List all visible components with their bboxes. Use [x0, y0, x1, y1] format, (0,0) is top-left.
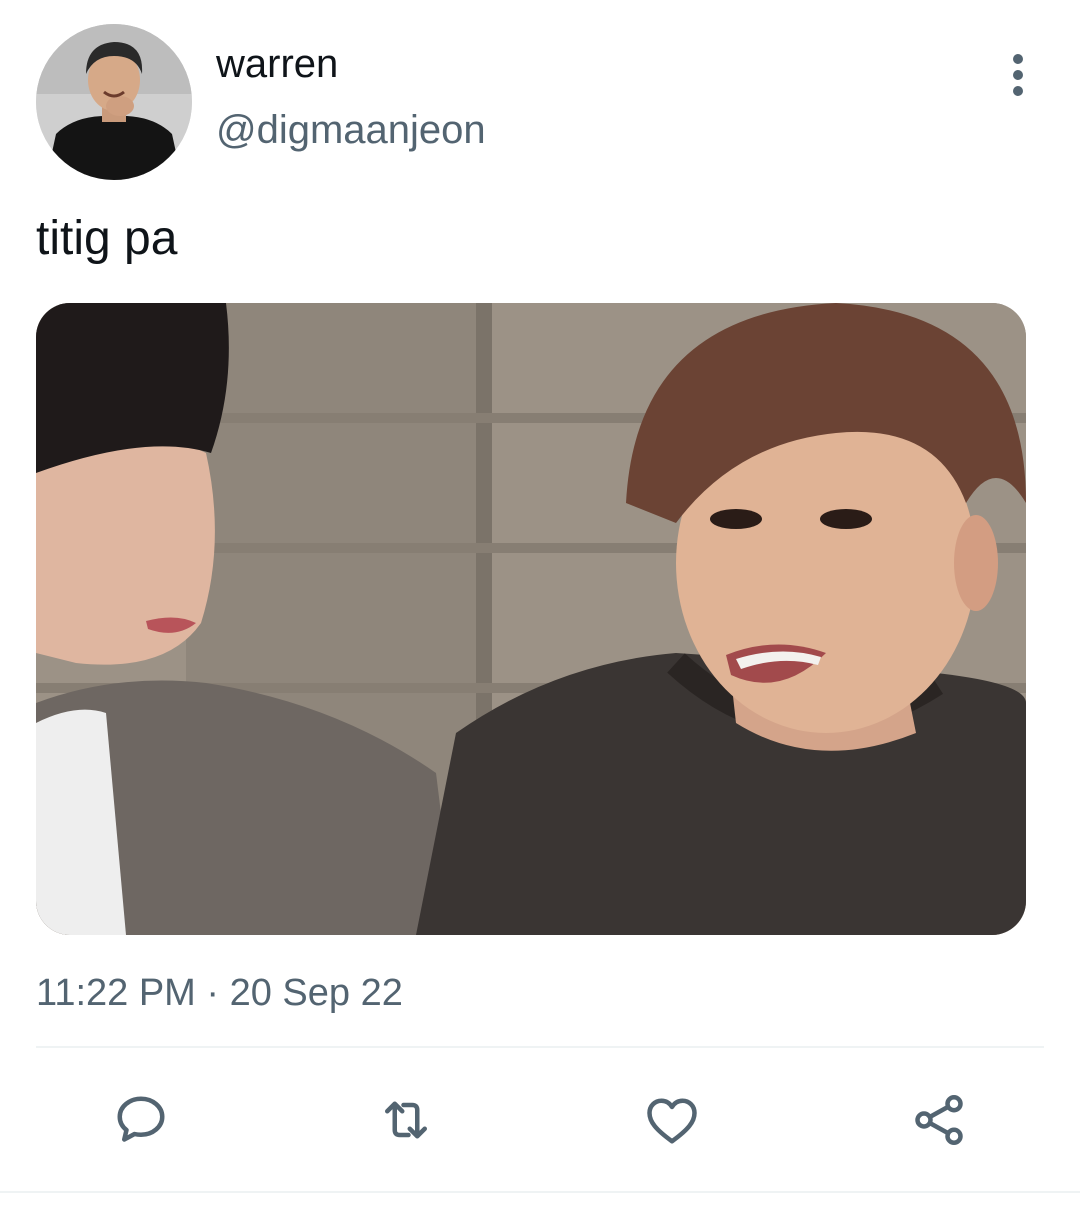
heart-icon [647, 1098, 697, 1144]
tweet-media[interactable] [36, 303, 1026, 935]
author-handle[interactable]: @digmaanjeon [216, 106, 486, 154]
more-dot [1013, 86, 1023, 96]
share-button[interactable] [907, 1088, 971, 1152]
retweet-arrows-icon [385, 1101, 427, 1139]
author-display-name[interactable]: warren [216, 40, 338, 88]
more-options-button[interactable] [996, 50, 1040, 100]
retweet-button[interactable] [374, 1088, 438, 1152]
comment-bubble-icon [117, 1096, 165, 1142]
bottom-divider [0, 1191, 1080, 1193]
like-button[interactable] [640, 1088, 704, 1152]
media-photo [36, 303, 1026, 935]
tweet-text: titig pa [36, 212, 178, 265]
more-dot [1013, 70, 1023, 80]
avatar-image [36, 24, 192, 180]
tweet-timestamp[interactable]: 11:22 PM · 20 Sep 22 [36, 970, 403, 1016]
share-nodes-icon [915, 1095, 963, 1145]
reply-button[interactable] [109, 1088, 173, 1152]
more-dot [1013, 54, 1023, 64]
avatar[interactable] [36, 24, 192, 180]
divider [36, 1046, 1044, 1048]
